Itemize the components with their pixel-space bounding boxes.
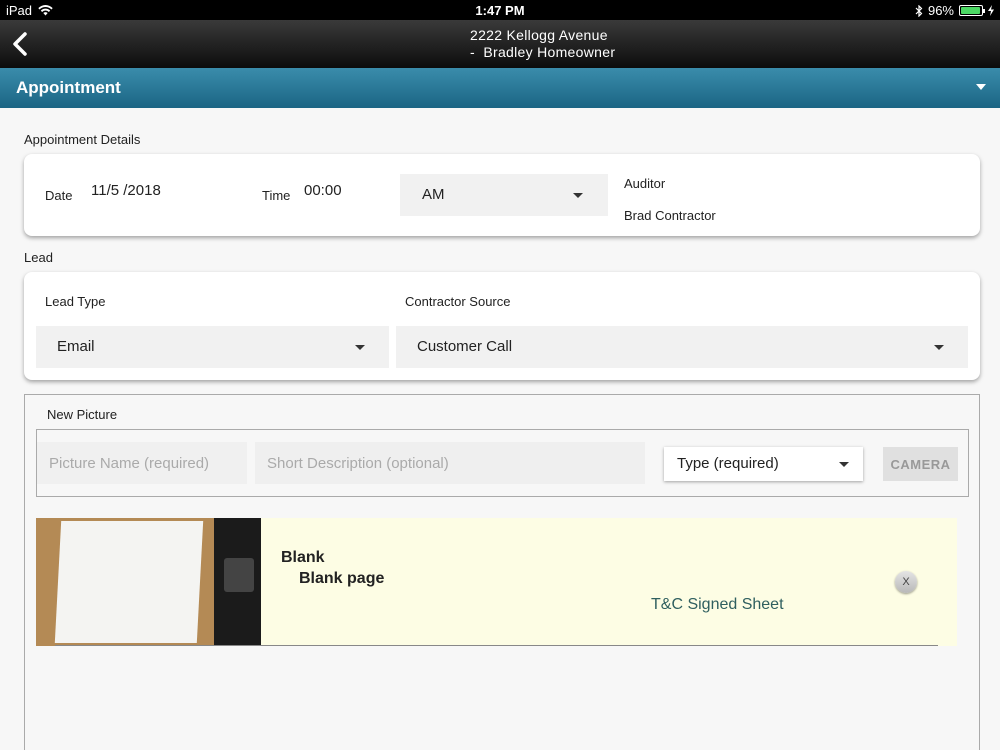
picture-type: T&C Signed Sheet [651, 596, 784, 613]
contractor-source-value: Customer Call [417, 338, 513, 355]
contractor-source-select[interactable]: Customer Call [396, 326, 968, 368]
charging-bolt-icon [988, 5, 994, 16]
lead-type-select[interactable]: Email [36, 326, 389, 368]
short-description-input[interactable] [255, 442, 645, 484]
bluetooth-icon [915, 4, 923, 17]
ampm-value: AM [422, 186, 445, 203]
nav-customer: - Bradley Homeowner [470, 44, 616, 60]
new-picture-panel: New Picture Type (required) CAMERA Blank… [24, 394, 980, 750]
auditor-value: Brad Contractor [624, 208, 716, 223]
battery-fill [961, 7, 981, 14]
lead-label: Lead [24, 250, 53, 265]
remove-picture-button[interactable]: X [895, 571, 917, 593]
auditor-label: Auditor [624, 176, 666, 191]
picture-name: Blank [281, 549, 325, 566]
thumbnail-object [224, 558, 254, 592]
time-field[interactable]: 00:00 [304, 182, 342, 199]
picture-description: Blank page [299, 570, 385, 587]
lead-card: Lead Type Email Contractor Source Custom… [24, 272, 980, 380]
new-picture-label: New Picture [47, 407, 118, 422]
chevron-down-icon [839, 462, 849, 467]
status-right: 96% [915, 3, 994, 18]
chevron-down-icon [934, 345, 944, 350]
camera-button[interactable]: CAMERA [883, 447, 958, 481]
time-label: Time [262, 188, 291, 203]
date-label: Date [45, 188, 73, 203]
contractor-source-label: Contractor Source [405, 294, 511, 309]
section-title: Appointment [16, 78, 121, 97]
lead-type-label: Lead Type [45, 294, 106, 309]
appointment-section-header[interactable]: Appointment [0, 68, 1000, 108]
back-button[interactable] [8, 28, 36, 60]
status-bar: iPad 1:47 PM 96% [0, 0, 1000, 20]
nav-title: 2222 Kellogg Avenue - Bradley Homeowner [470, 27, 615, 61]
nav-address: 2222 Kellogg Avenue [470, 27, 608, 43]
chevron-left-icon [13, 32, 27, 56]
new-picture-form: Type (required) CAMERA [36, 429, 969, 497]
picture-type-select[interactable]: Type (required) [664, 447, 863, 481]
chevron-down-icon [573, 193, 583, 198]
date-field[interactable]: 11/5 /2018 [91, 182, 161, 199]
chevron-down-icon [976, 84, 986, 90]
picture-list-item[interactable]: Blank Blank page T&C Signed Sheet X [36, 518, 957, 646]
divider [55, 645, 938, 646]
battery-icon [959, 5, 985, 16]
picture-thumbnail[interactable] [36, 518, 261, 646]
battery-percent: 96% [927, 3, 954, 18]
thumbnail-paper [54, 521, 204, 643]
lead-type-value: Email [57, 338, 95, 355]
status-time: 1:47 PM [475, 3, 525, 18]
appointment-details-label: Appointment Details [24, 132, 141, 147]
nav-bar: 2222 Kellogg Avenue - Bradley Homeowner [0, 20, 1000, 68]
picture-type-value: Type (required) [677, 455, 779, 472]
appointment-details-card: Date 11/5 /2018 Time 00:00 AM Auditor Br… [24, 154, 980, 236]
ampm-select[interactable]: AM [400, 174, 608, 216]
chevron-down-icon [355, 345, 365, 350]
picture-name-input[interactable] [37, 442, 247, 484]
